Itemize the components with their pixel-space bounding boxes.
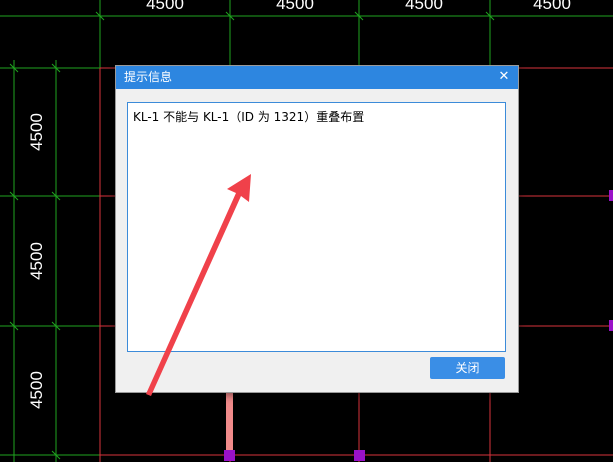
close-button[interactable]: 关闭 bbox=[430, 357, 505, 379]
hint-dialog: 提示信息 ✕ KL-1 不能与 KL-1（ID 为 1321）重叠布置 关闭 bbox=[115, 65, 519, 393]
message-textbox[interactable]: KL-1 不能与 KL-1（ID 为 1321）重叠布置 bbox=[127, 102, 506, 352]
column-marker[interactable] bbox=[609, 190, 613, 201]
left-dimension-label: 4500 bbox=[27, 242, 46, 280]
column-marker[interactable] bbox=[224, 450, 235, 461]
left-dimension-label: 4500 bbox=[27, 113, 46, 151]
column-marker[interactable] bbox=[609, 320, 613, 331]
dialog-title: 提示信息 bbox=[124, 70, 173, 84]
top-dimension-label: 4500 bbox=[146, 0, 184, 13]
message-text: KL-1 不能与 KL-1（ID 为 1321）重叠布置 bbox=[133, 110, 365, 124]
left-dimension-label: 4500 bbox=[27, 371, 46, 409]
close-icon[interactable]: ✕ bbox=[496, 69, 512, 85]
top-dimension-label: 4500 bbox=[276, 0, 314, 13]
top-dimension-label: 4500 bbox=[533, 0, 571, 13]
top-dimension-label: 4500 bbox=[405, 0, 443, 13]
beam-kl-1[interactable] bbox=[226, 391, 233, 455]
dialog-titlebar[interactable]: 提示信息 ✕ bbox=[116, 66, 518, 89]
column-marker[interactable] bbox=[354, 450, 365, 461]
